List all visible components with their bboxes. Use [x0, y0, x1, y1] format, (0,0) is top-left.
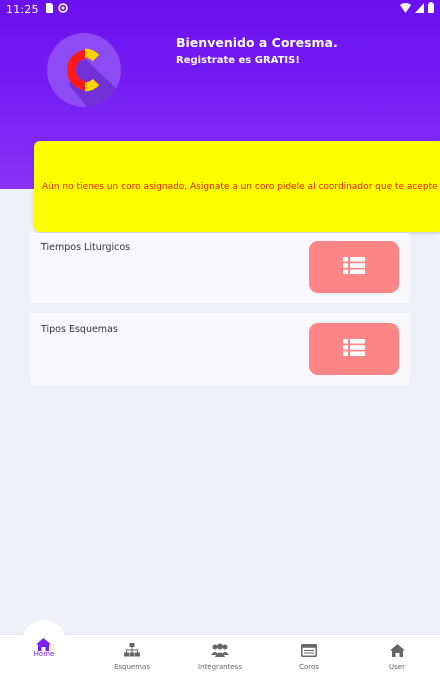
nav-label: Esquemas: [113, 663, 150, 671]
sync-icon: [57, 2, 68, 16]
status-time: 11:25: [6, 2, 39, 16]
nav-label: Coros: [299, 663, 319, 671]
welcome-subtitle: Registrate es GRATIS!: [176, 55, 300, 66]
welcome-title: Bienvenido a Coresma.: [176, 35, 338, 50]
battery-icon: [428, 2, 434, 16]
home-icon: [389, 642, 405, 661]
nav-item-coros[interactable]: Coros: [289, 635, 329, 675]
nav-label: User: [389, 663, 405, 671]
window-icon: [301, 642, 317, 661]
status-bar: 11:25: [0, 0, 440, 18]
hierarchy-icon: [124, 642, 140, 661]
tipos-esquemas-button[interactable]: [309, 323, 399, 375]
wifi-icon: [400, 2, 411, 16]
nav-item-esquemas[interactable]: Esquemas: [112, 635, 152, 675]
bottom-navigation: Esquemas Integrantess Coros User: [0, 634, 440, 675]
warning-message: Aún no tienes un coro asignado, Asignate…: [42, 181, 438, 192]
nav-item-home[interactable]: Home: [22, 620, 66, 664]
group-icon: [211, 642, 229, 661]
app-logo: [47, 33, 121, 107]
no-choir-warning: Aún no tienes un coro asignado, Asignate…: [34, 141, 440, 232]
nav-label: Home: [33, 650, 55, 658]
card-label: Tipos Esquemas: [41, 324, 118, 335]
nav-item-user[interactable]: User: [377, 635, 417, 675]
list-icon: [343, 256, 365, 278]
nav-item-integrantess[interactable]: Integrantess: [196, 635, 244, 675]
nav-label: Integrantess: [198, 663, 242, 671]
card-label: Tiempos Liturgicos: [41, 242, 131, 253]
signal-icon: [415, 2, 424, 16]
card-tiempos-liturgicos: Tiempos Liturgicos: [30, 233, 410, 303]
sim-card-icon: [45, 2, 54, 16]
card-tipos-esquemas: Tipos Esquemas: [30, 313, 410, 385]
list-icon: [343, 338, 365, 360]
tiempos-liturgicos-button[interactable]: [309, 241, 399, 293]
